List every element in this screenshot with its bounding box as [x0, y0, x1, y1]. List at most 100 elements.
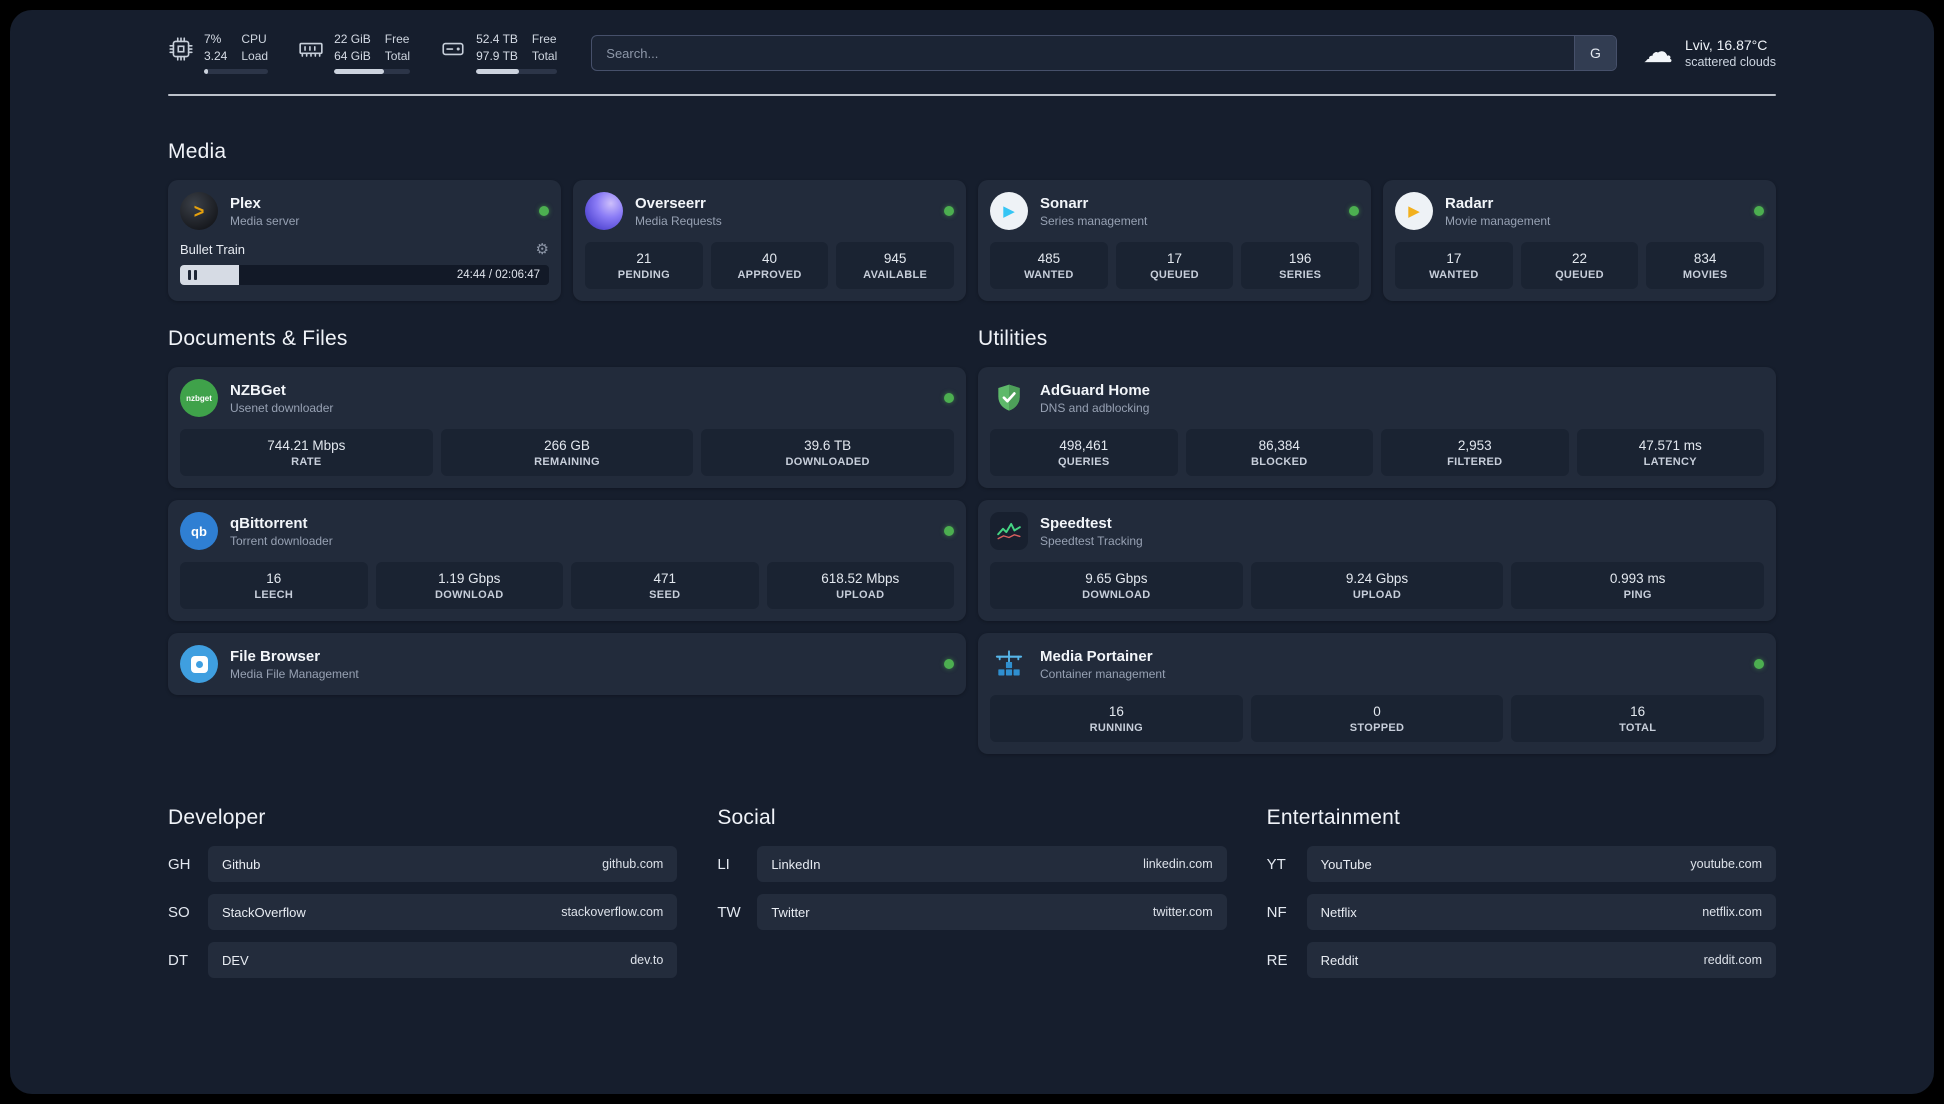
disk-total-value: 97.9 TB	[476, 49, 518, 63]
bookmark-link-netflix[interactable]: Netflix netflix.com	[1306, 894, 1776, 930]
radarr-status-dot	[1754, 206, 1764, 216]
search-bar: G	[591, 35, 1617, 71]
bookmark-abbr: SO	[168, 903, 190, 921]
stat-tile: 196 SERIES	[1241, 242, 1360, 289]
section-media: Media > Plex Media server Bullet Train ⚙	[168, 140, 1776, 301]
stat-tile: 0.993 ms PING	[1511, 562, 1765, 609]
radarr-icon: ▶	[1395, 192, 1433, 230]
bookmark-abbr: TW	[717, 903, 741, 921]
bookmarks-entertainment: Entertainment YT YouTube youtube.com NF …	[1267, 806, 1776, 978]
card-portainer[interactable]: Media Portainer Container management 16 R…	[978, 633, 1776, 754]
playback-time: 24:44 / 02:06:47	[456, 269, 540, 281]
gear-icon[interactable]: ⚙	[536, 242, 549, 257]
sonarr-icon: ▶	[990, 192, 1028, 230]
stat-tile: 744.21 Mbps RATE	[180, 429, 433, 476]
bookmark-link-github[interactable]: Github github.com	[208, 846, 678, 882]
cpu-progress-bar	[204, 69, 269, 74]
overseerr-title: Overseerr	[635, 194, 706, 212]
cloud-icon: ☁	[1642, 36, 1673, 69]
card-qbittorrent[interactable]: qb qBittorrent Torrent downloader 16 LEEC…	[168, 500, 966, 621]
filebrowser-status-dot	[944, 659, 954, 669]
stat-tile: 9.24 Gbps UPLOAD	[1250, 562, 1504, 609]
stat-tile: 0 STOPPED	[1250, 695, 1504, 742]
stat-tile: 86,384 BLOCKED	[1185, 429, 1373, 476]
bookmark-abbr: LI	[717, 855, 730, 873]
bookmark-row: SO StackOverflow stackoverflow.com	[168, 894, 678, 930]
card-overseerr[interactable]: Overseerr Media Requests 21 PENDING 40 APP…	[573, 180, 966, 301]
adguard-title: AdGuard Home	[1040, 381, 1151, 399]
bookmark-link-reddit[interactable]: Reddit reddit.com	[1306, 942, 1776, 978]
stat-tile: 498,461 QUERIES	[990, 429, 1178, 476]
disk-progress-bar	[476, 69, 558, 74]
weather-location: Lviv, 16.87°C	[1684, 37, 1768, 53]
speedtest-title: Speedtest	[1040, 514, 1112, 532]
bookmark-link-youtube[interactable]: YouTube youtube.com	[1306, 846, 1776, 882]
dashboard: 7% 3.24 CPU Load 22 GiB 64 GiB Free Tota…	[10, 10, 1934, 1094]
section-title-developer: Developer	[168, 806, 266, 829]
stat-tile: 17 QUEUED	[1115, 242, 1234, 289]
bookmark-link-linkedin[interactable]: LinkedIn linkedin.com	[757, 846, 1227, 882]
memory-icon	[299, 42, 323, 57]
bookmark-row: NF Netflix netflix.com	[1267, 894, 1776, 930]
adguard-shield-icon	[990, 379, 1028, 417]
overseerr-status-dot	[944, 206, 954, 216]
card-radarr[interactable]: ▶ Radarr Movie management 17 WANTED 22 QUE…	[1383, 180, 1776, 301]
ram-total-value: 64 GiB	[334, 49, 371, 63]
bookmark-row: GH Github github.com	[168, 846, 678, 882]
bookmark-link-dev[interactable]: DEV dev.to	[208, 942, 678, 978]
hard-drive-icon	[442, 42, 464, 56]
bookmark-link-twitter[interactable]: Twitter twitter.com	[757, 894, 1227, 930]
cpu-chip-icon	[169, 37, 193, 61]
plex-subtitle: Media server	[230, 213, 300, 228]
ram-free-label: Free	[384, 32, 410, 46]
portainer-crane-icon	[990, 645, 1028, 683]
nzbget-icon: nzbget	[180, 379, 218, 417]
top-bar: 7% 3.24 CPU Load 22 GiB 64 GiB Free Tota…	[168, 32, 1776, 74]
card-filebrowser[interactable]: File Browser Media File Management	[168, 633, 966, 695]
cpu-load-value: 3.24	[204, 49, 228, 63]
cpu-percent: 7%	[204, 32, 222, 46]
plex-title: Plex	[230, 194, 261, 212]
search-input[interactable]	[592, 36, 1574, 70]
bookmark-abbr: NF	[1266, 903, 1287, 921]
bookmark-abbr: YT	[1266, 855, 1286, 873]
portainer-title: Media Portainer	[1040, 647, 1153, 665]
sonarr-status-dot	[1349, 206, 1359, 216]
stat-tile: 9.65 Gbps DOWNLOAD	[990, 562, 1243, 609]
stat-tile: 17 WANTED	[1395, 242, 1513, 289]
qbittorrent-icon: qb	[180, 512, 218, 550]
disk-free-value: 52.4 TB	[476, 32, 518, 46]
stat-tile: 945 AVAILABLE	[836, 242, 955, 289]
weather-widget[interactable]: ☁ Lviv, 16.87°C scattered clouds	[1643, 37, 1776, 69]
bookmark-abbr: DT	[168, 951, 188, 969]
card-plex[interactable]: > Plex Media server Bullet Train ⚙ 24:44…	[168, 180, 561, 301]
card-nzbget[interactable]: nzbget NZBGet Usenet downloader 744.21 M…	[168, 367, 966, 488]
section-title-utilities: Utilities	[978, 327, 1048, 350]
section-title-documents: Documents & Files	[168, 327, 348, 350]
weather-condition: scattered clouds	[1684, 55, 1776, 69]
card-speedtest[interactable]: Speedtest Speedtest Tracking 9.65 Gbps DO…	[978, 500, 1776, 621]
ram-progress-bar	[334, 69, 411, 74]
stat-tile: 2,953 FILTERED	[1381, 429, 1569, 476]
filebrowser-icon	[180, 645, 218, 683]
sonarr-subtitle: Series management	[1040, 213, 1148, 228]
radarr-subtitle: Movie management	[1445, 213, 1551, 228]
playback-progress-bar[interactable]: 24:44 / 02:06:47	[180, 265, 549, 285]
adguard-subtitle: DNS and adblocking	[1040, 400, 1150, 415]
card-sonarr[interactable]: ▶ Sonarr Series management 485 WANTED 17 Q…	[978, 180, 1371, 301]
sonarr-title: Sonarr	[1040, 194, 1089, 212]
section-title-entertainment: Entertainment	[1266, 806, 1400, 829]
stat-tile: 834 MOVIES	[1646, 242, 1765, 289]
speedtest-chart-icon	[990, 512, 1028, 550]
filebrowser-title: File Browser	[230, 647, 321, 665]
search-engine-button[interactable]: G	[1573, 36, 1616, 70]
overseerr-icon	[585, 192, 623, 230]
ram-free-value: 22 GiB	[334, 32, 371, 46]
speedtest-subtitle: Speedtest Tracking	[1040, 533, 1143, 548]
nzbget-status-dot	[944, 393, 954, 403]
card-adguard[interactable]: AdGuard Home DNS and adblocking 498,461 Q…	[978, 367, 1776, 488]
bookmark-row: TW Twitter twitter.com	[717, 894, 1227, 930]
system-resources: 7% 3.24 CPU Load 22 GiB 64 GiB Free Tota…	[168, 32, 558, 74]
pause-button[interactable]	[188, 270, 197, 280]
bookmark-link-stackoverflow[interactable]: StackOverflow stackoverflow.com	[208, 894, 678, 930]
